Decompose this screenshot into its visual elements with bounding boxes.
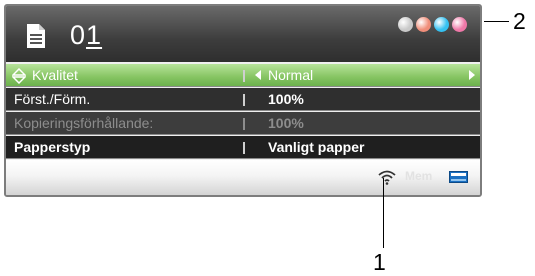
- menu-row-label: Kopieringsförhållande:: [14, 115, 154, 131]
- lcd-header: 01: [6, 6, 480, 62]
- callout-line-1: [383, 178, 384, 248]
- memory-label: Mem: [405, 169, 433, 183]
- menu-row-enlarge-reduce[interactable]: Först./Förm. 100%: [6, 88, 480, 111]
- arrow-left-icon[interactable]: [255, 70, 261, 80]
- divider: [243, 70, 245, 82]
- menu-row-value: Normal: [268, 67, 314, 83]
- copy-count[interactable]: 01: [70, 20, 102, 50]
- ink-cyan-icon: [434, 17, 449, 32]
- up-down-arrows-icon: [12, 68, 26, 84]
- divider: [243, 94, 245, 106]
- menu-row-value: Vanligt papper: [268, 139, 365, 155]
- lcd-screen: 01 Kvalitet Normal Först./Förm. 100% Kop…: [4, 4, 482, 197]
- menu-row-label: Först./Förm.: [14, 91, 91, 107]
- menu-row-value: 100%: [268, 115, 304, 131]
- document-icon: [27, 24, 45, 48]
- wifi-icon: [378, 170, 396, 185]
- menu-row-value: 100%: [268, 91, 304, 107]
- memory-card-icon: [449, 171, 468, 183]
- callout-number-1: 1: [373, 249, 386, 275]
- copy-count-cursor-digit: 1: [86, 20, 103, 50]
- status-bar: Mem: [6, 160, 480, 195]
- arrow-right-icon[interactable]: [469, 70, 475, 80]
- divider: [243, 142, 245, 154]
- menu-row-copy-ratio: Kopieringsförhållande: 100%: [6, 112, 480, 135]
- ink-black-icon: [398, 17, 413, 32]
- ink-magenta-icon: [452, 17, 467, 32]
- menu-row-paper-type[interactable]: Papperstyp Vanligt papper: [6, 136, 480, 159]
- menu-row-label: Kvalitet: [32, 67, 78, 83]
- callout-line-2: [484, 21, 509, 22]
- divider: [243, 118, 245, 130]
- menu-row-quality[interactable]: Kvalitet Normal: [6, 64, 480, 87]
- ink-yellow-icon: [416, 17, 431, 32]
- callout-number-2: 2: [513, 8, 526, 34]
- copy-count-digit: 0: [70, 20, 87, 50]
- menu-row-label: Papperstyp: [14, 139, 91, 155]
